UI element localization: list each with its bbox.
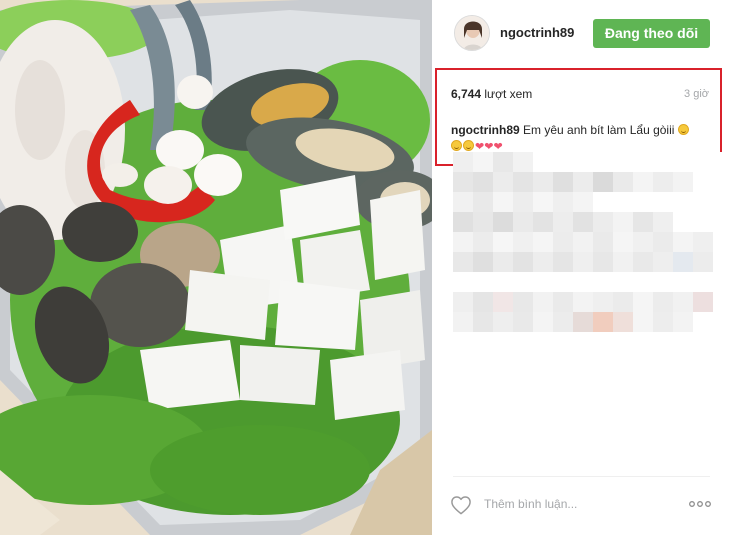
following-button[interactable]: Đang theo dõi <box>593 19 710 48</box>
post-caption: ngoctrinh89 Em yêu anh bít làm Lẩu gòiii… <box>451 122 713 155</box>
post-header: ngoctrinh89 Đang theo dõi <box>432 0 729 66</box>
comment-bar <box>450 492 712 518</box>
post-stats: 6,744 lượt xem 3 giờ <box>451 87 709 105</box>
avatar-image <box>455 16 489 50</box>
post-details-panel: ngoctrinh89 Đang theo dõi 6,744 lượt xem… <box>432 0 729 535</box>
caption-username[interactable]: ngoctrinh89 <box>451 123 520 137</box>
post-time[interactable]: 3 giờ <box>684 88 709 100</box>
post-photo[interactable] <box>0 0 432 535</box>
seafood-hotpot-image <box>0 0 432 535</box>
comment-divider <box>453 476 710 477</box>
views-count: 6,744 lượt xem <box>451 87 532 101</box>
smiling-face-emoji-icon <box>451 140 462 151</box>
more-options-icon[interactable] <box>688 497 712 511</box>
heart-outline-icon[interactable] <box>450 495 472 515</box>
username[interactable]: ngoctrinh89 <box>500 25 574 40</box>
caption-text: Em yêu anh bít làm Lẩu gòiii <box>523 123 675 137</box>
smiling-face-emoji-icon <box>677 124 689 135</box>
pixelated-comments <box>453 152 723 342</box>
smiling-face-emoji-icon <box>463 140 474 151</box>
views-number: 6,744 <box>451 87 482 101</box>
avatar[interactable] <box>454 15 490 51</box>
comment-input[interactable] <box>484 497 664 511</box>
views-unit: lượt xem <box>484 87 533 101</box>
pixelated-comments-graphic <box>453 152 723 342</box>
